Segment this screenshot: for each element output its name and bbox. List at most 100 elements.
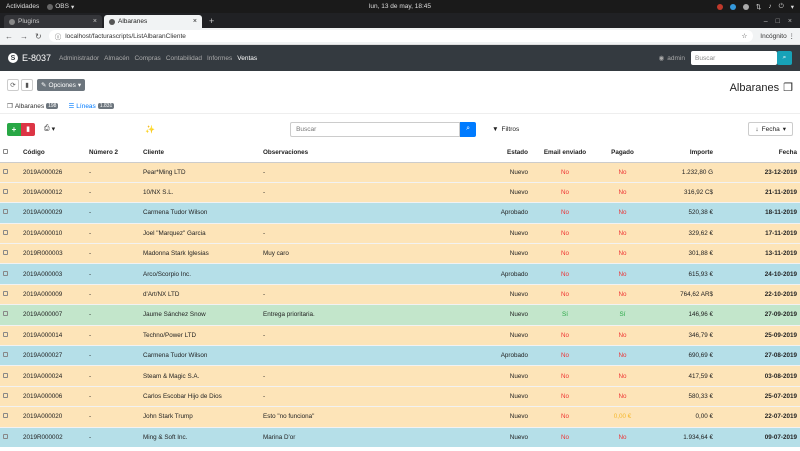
tab-lineas[interactable]: ☰ Líneas 1.831 bbox=[68, 102, 115, 110]
magic-wand-button[interactable]: ✨ bbox=[145, 125, 155, 134]
table-row[interactable]: 2019R000002- Ming & Soft Inc. Marina D'or N… bbox=[0, 426, 800, 448]
table-row[interactable]: 2019A000020- John Stark Trump Esto "no fun… bbox=[0, 406, 800, 428]
table-row[interactable]: 2019A000014- Techno/Power LTD - Nuevo No No 34… bbox=[0, 324, 800, 346]
row-checkbox[interactable] bbox=[0, 426, 20, 448]
print-button[interactable]: ⎙ ▾ bbox=[39, 123, 60, 136]
sort-button[interactable]: ↓ Fecha ▾ bbox=[748, 122, 793, 136]
table-row[interactable]: 2019A000003- Arco/Scorpio Inc. Aprobado No N… bbox=[0, 263, 800, 285]
brand[interactable]: S E-8037 bbox=[8, 53, 51, 63]
bookmark-button[interactable]: ▮ bbox=[21, 79, 33, 91]
table-row[interactable]: 2019A000012-10/NX S.L. - Nuevo No No 316,92 C… bbox=[0, 181, 800, 203]
table-row[interactable]: 2019A000010- Joel "Marquez" Garcia - Nuevo N… bbox=[0, 222, 800, 244]
checkbox[interactable] bbox=[3, 392, 8, 398]
row-checkbox[interactable] bbox=[0, 283, 20, 305]
system-clock[interactable]: lun, 13 de may, 18:45 bbox=[0, 3, 800, 10]
row-checkbox[interactable] bbox=[0, 181, 20, 203]
reload-button[interactable]: ⟳ bbox=[7, 79, 19, 91]
close-window-icon[interactable]: × bbox=[788, 18, 792, 25]
navbar-search-input[interactable]: Buscar bbox=[691, 51, 777, 65]
table-row[interactable]: 2019A000029- Carmena Tudor Wilson Aprobado… bbox=[0, 202, 800, 224]
list-search-input[interactable]: Buscar bbox=[290, 121, 461, 137]
reload-icon[interactable]: ↻ bbox=[35, 32, 42, 41]
row-checkbox[interactable] bbox=[0, 385, 20, 407]
checkbox[interactable] bbox=[3, 372, 8, 378]
table-row[interactable]: 2019A000027- Carmena Tudor Wilson Aprobado… bbox=[0, 345, 800, 366]
header-codigo[interactable]: Código bbox=[20, 144, 86, 163]
checkbox[interactable] bbox=[3, 291, 8, 297]
header-numero2[interactable]: Número 2 bbox=[86, 144, 140, 163]
select-all-checkbox[interactable] bbox=[0, 144, 20, 163]
minimize-icon[interactable]: – bbox=[764, 18, 768, 25]
checkbox[interactable] bbox=[3, 229, 8, 235]
system-tray[interactable]: ⇅ ♪ ⏻ ▾ bbox=[716, 3, 794, 11]
row-checkbox[interactable] bbox=[0, 161, 20, 183]
close-icon[interactable]: × bbox=[193, 18, 197, 25]
menu-item-compras[interactable]: Compras bbox=[134, 55, 160, 62]
checkbox[interactable] bbox=[3, 352, 8, 358]
checkbox[interactable] bbox=[3, 189, 8, 195]
checkbox[interactable] bbox=[3, 434, 8, 440]
header-cliente[interactable]: Cliente bbox=[140, 144, 260, 163]
table-row[interactable]: 2019A000026- Pear*Ming LTD - Nuevo No No 1.232… bbox=[0, 161, 800, 183]
row-checkbox[interactable] bbox=[0, 202, 20, 224]
row-checkbox[interactable] bbox=[0, 263, 20, 285]
table-row[interactable]: 2019A000024- Steam & Magic S.A. - Nuevo No No… bbox=[0, 365, 800, 387]
navbar-search-button[interactable]: ⌕ bbox=[777, 51, 792, 65]
table-row[interactable]: 2019R000003- Madonna Stark Iglesias Muy ca… bbox=[0, 243, 800, 264]
menu-item-administrador[interactable]: Administrador bbox=[59, 55, 99, 62]
checkbox[interactable] bbox=[3, 168, 8, 174]
forward-icon[interactable]: → bbox=[20, 32, 28, 41]
delete-button[interactable]: ▮ bbox=[21, 122, 35, 136]
table-row[interactable]: 2019A000007- Jaume Sánchez Snow Entrega pr… bbox=[0, 304, 800, 326]
row-checkbox[interactable] bbox=[0, 406, 20, 428]
back-icon[interactable]: ← bbox=[5, 32, 13, 41]
maximize-icon[interactable]: □ bbox=[776, 18, 780, 25]
menu-item-ventas[interactable]: Ventas bbox=[237, 55, 257, 62]
checkbox[interactable] bbox=[3, 331, 8, 337]
menu-icon[interactable]: ▾ bbox=[791, 3, 794, 11]
add-button[interactable]: + bbox=[7, 122, 21, 136]
row-checkbox[interactable] bbox=[0, 243, 20, 264]
star-icon[interactable]: ☆ bbox=[741, 32, 747, 40]
menu-item-almacen[interactable]: Almacén bbox=[104, 55, 129, 62]
checkbox[interactable] bbox=[3, 250, 8, 256]
checkbox[interactable] bbox=[3, 270, 8, 276]
user-menu[interactable]: ◉ admin bbox=[659, 54, 685, 63]
power-icon[interactable]: ⏻ bbox=[779, 3, 784, 11]
options-button[interactable]: ✎ Opciones ▾ bbox=[37, 79, 86, 91]
row-checkbox[interactable] bbox=[0, 324, 20, 346]
list-search-button[interactable]: ⌕ bbox=[460, 121, 477, 137]
new-tab-button[interactable]: + bbox=[204, 16, 219, 28]
checkbox[interactable] bbox=[3, 413, 8, 419]
row-checkbox[interactable] bbox=[0, 365, 20, 387]
menu-item-informes[interactable]: Informes bbox=[207, 55, 232, 62]
row-checkbox[interactable] bbox=[0, 222, 20, 244]
table-row[interactable]: 2019A000006- Carlos Escobar Hijo de Dios -… bbox=[0, 385, 800, 407]
header-estado[interactable]: Estado bbox=[446, 144, 531, 163]
filters-button[interactable]: ▼ Filtros bbox=[486, 122, 525, 136]
info-icon[interactable]: ⓘ bbox=[55, 31, 62, 41]
header-fecha[interactable]: Fecha bbox=[716, 144, 800, 163]
close-icon[interactable]: × bbox=[93, 18, 97, 25]
record-icon[interactable] bbox=[716, 3, 723, 10]
table-row[interactable]: 2019A000009- d'Art/NX LTD - Nuevo No No 764,62… bbox=[0, 283, 800, 305]
menu-item-contabilidad[interactable]: Contabilidad bbox=[166, 55, 202, 62]
tab-albaranes[interactable]: ❐ Albaranes 198 bbox=[7, 102, 59, 110]
url-field[interactable]: ⓘ localhost/facturascripts/ListAlbaranCli… bbox=[48, 30, 754, 42]
row-checkbox[interactable] bbox=[0, 345, 20, 366]
telegram-icon[interactable] bbox=[729, 3, 736, 10]
browser-tab-plugins[interactable]: Plugins × bbox=[4, 15, 102, 28]
app-menu[interactable]: OBS ▾ bbox=[47, 3, 74, 11]
checkbox[interactable] bbox=[3, 209, 8, 215]
update-icon[interactable] bbox=[742, 3, 749, 10]
row-checkbox[interactable] bbox=[0, 304, 20, 326]
browser-tab-albaranes[interactable]: Albaranes × bbox=[104, 15, 202, 28]
header-observaciones[interactable]: Observaciones bbox=[260, 144, 446, 163]
checkbox[interactable] bbox=[3, 311, 8, 317]
volume-icon[interactable]: ♪ bbox=[768, 3, 771, 10]
incognito-indicator[interactable]: Incógnito ⋮ bbox=[760, 32, 795, 40]
header-email-enviado[interactable]: Email enviado bbox=[531, 144, 599, 163]
network-icon[interactable]: ⇅ bbox=[756, 3, 761, 11]
header-pagado[interactable]: Pagado bbox=[599, 144, 646, 163]
header-importe[interactable]: Importe bbox=[646, 144, 716, 163]
